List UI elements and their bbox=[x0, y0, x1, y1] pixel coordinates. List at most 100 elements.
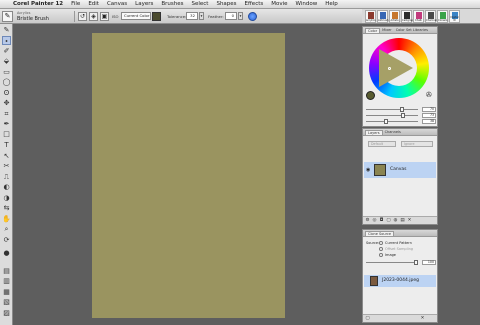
tolerance-stepper[interactable]: ▾ bbox=[199, 12, 204, 20]
burn-tool-icon[interactable]: ◑ bbox=[2, 194, 11, 203]
clone-opacity-value[interactable]: 100 bbox=[422, 260, 436, 265]
brush-category-tile[interactable]: Artists bbox=[389, 10, 400, 23]
oval-select-icon[interactable]: ◯ bbox=[2, 78, 11, 87]
tab-mixer[interactable]: Mixer bbox=[380, 28, 394, 32]
layer-commands-icon[interactable]: ⚙ bbox=[365, 218, 370, 223]
rubber-stamp-icon[interactable]: ⎍ bbox=[2, 173, 11, 182]
brush-category-tile[interactable]: Cloners bbox=[437, 10, 448, 23]
delete-layer-icon[interactable]: ✕ bbox=[407, 218, 412, 223]
text-tool-icon[interactable]: T bbox=[2, 141, 11, 150]
brush-category-tile[interactable]: Charcoal bbox=[425, 10, 437, 23]
pattern-selector-icon[interactable]: ▥ bbox=[2, 277, 11, 286]
menu-brushes[interactable]: Brushes bbox=[161, 1, 183, 7]
value-value[interactable]: 38 bbox=[422, 119, 436, 124]
crop-tool-icon[interactable]: ⌗ bbox=[2, 110, 11, 119]
tab-color[interactable]: Color bbox=[365, 27, 381, 33]
hue-value[interactable]: 70 bbox=[422, 107, 436, 112]
rect-select-icon[interactable]: ▭ bbox=[2, 68, 11, 77]
shape-tool-icon[interactable]: □ bbox=[2, 130, 11, 139]
brush-category-tile[interactable]: Acrylics bbox=[365, 10, 376, 23]
tolerance-input[interactable]: 32 bbox=[186, 12, 198, 20]
menu-window[interactable]: Window bbox=[296, 1, 318, 7]
brush-category-tile[interactable]: Calligraphy bbox=[401, 10, 416, 23]
saturation-slider[interactable]: 73 bbox=[366, 113, 436, 118]
pen-tool-icon[interactable]: ✒ bbox=[2, 120, 11, 129]
delete-source-icon[interactable]: ✕ bbox=[420, 316, 425, 321]
hand-tool-icon[interactable]: ✋ bbox=[2, 215, 11, 224]
menu-shapes[interactable]: Shapes bbox=[216, 1, 236, 7]
color-picker-marker[interactable] bbox=[388, 67, 391, 70]
move-tool-icon[interactable]: ✥ bbox=[2, 99, 11, 108]
menu-edit[interactable]: Edit bbox=[88, 1, 99, 7]
option-current-pattern[interactable]: Current Pattern bbox=[385, 241, 412, 245]
layer-row[interactable]: ◉ Canvas bbox=[364, 162, 436, 178]
layer-name[interactable]: Canvas bbox=[390, 167, 407, 172]
menu-effects[interactable]: Effects bbox=[245, 1, 264, 7]
new-watercolor-layer-icon[interactable]: ◍ bbox=[393, 218, 398, 223]
menu-movie[interactable]: Movie bbox=[271, 1, 287, 7]
mirror-tool-icon[interactable]: ⇆ bbox=[2, 204, 11, 213]
brush-variant-label[interactable]: Bristle Brush bbox=[17, 16, 49, 22]
rotate-page-icon[interactable]: ⟳ bbox=[2, 236, 11, 245]
brush-category-tile[interactable]: Chalk bbox=[413, 10, 424, 23]
eyedropper-icon[interactable]: ✇ bbox=[426, 91, 432, 99]
add-image-icon[interactable]: ▢ bbox=[365, 316, 370, 321]
lasso-tool-icon[interactable]: ʘ bbox=[2, 89, 11, 98]
dropper-tool-icon[interactable]: ⬩ bbox=[2, 36, 11, 45]
apple-icon[interactable] bbox=[3, 1, 9, 7]
shape-selection-icon[interactable]: ↖ bbox=[2, 152, 11, 161]
main-color-chip[interactable] bbox=[366, 91, 375, 100]
menu-app-name[interactable]: Corel Painter 12 bbox=[13, 1, 63, 7]
menu-canvas[interactable]: Canvas bbox=[107, 1, 127, 7]
slider-knob[interactable] bbox=[414, 260, 418, 265]
reset-tool-icon[interactable]: ↺ bbox=[78, 12, 87, 21]
composite-method-select[interactable]: Default bbox=[368, 141, 396, 147]
hue-slider[interactable]: 70 bbox=[366, 107, 436, 112]
cloner-tool-icon[interactable]: ✂ bbox=[2, 162, 11, 171]
eraser-tool-icon[interactable]: ✐ bbox=[2, 47, 11, 56]
menu-file[interactable]: File bbox=[71, 1, 80, 7]
radio-offset-sampling[interactable] bbox=[379, 247, 383, 251]
brush-selector-icon[interactable]: ✎ bbox=[2, 11, 13, 22]
tab-color-set-libraries[interactable]: Color Set Libraries bbox=[394, 28, 430, 32]
paint-bucket-icon[interactable]: ◈ bbox=[89, 12, 98, 21]
paper-selector-icon[interactable]: ▤ bbox=[2, 267, 11, 276]
hue-ring[interactable] bbox=[369, 38, 429, 98]
brush-tool-icon[interactable]: ✎ bbox=[2, 26, 11, 35]
current-color-swatch[interactable] bbox=[152, 12, 161, 21]
menu-help[interactable]: Help bbox=[325, 1, 338, 7]
brush-category-tile[interactable]: Airbrush bbox=[377, 10, 389, 23]
new-layer-icon[interactable]: ▢ bbox=[386, 218, 391, 223]
slider-knob[interactable] bbox=[400, 107, 404, 112]
nozzle-selector-icon[interactable]: ▧ bbox=[2, 298, 11, 307]
menu-layers[interactable]: Layers bbox=[135, 1, 153, 7]
fill-source-select[interactable]: Current Color bbox=[121, 12, 151, 20]
tab-channels[interactable]: Channels bbox=[383, 130, 403, 134]
dynamic-plugins-icon[interactable]: ◎ bbox=[372, 218, 377, 223]
gradient-selector-icon[interactable]: ▦ bbox=[2, 288, 11, 297]
zoom-tool-icon[interactable]: ⌕ bbox=[2, 225, 11, 234]
option-image[interactable]: Image bbox=[385, 253, 396, 257]
option-offset-sampling[interactable]: Offset Sampling bbox=[385, 247, 413, 251]
saturation-value[interactable]: 73 bbox=[422, 113, 436, 118]
clone-opacity-slider[interactable]: 100 bbox=[366, 260, 436, 265]
clone-source-item[interactable]: J2023-0044.jpeg bbox=[364, 275, 436, 287]
antialias-toggle-icon[interactable] bbox=[248, 12, 257, 21]
layer-mask-icon[interactable]: ◘ bbox=[379, 218, 384, 223]
radio-current-pattern[interactable] bbox=[379, 241, 383, 245]
feather-input[interactable]: 0 bbox=[225, 12, 237, 20]
dodge-tool-icon[interactable]: ◐ bbox=[2, 183, 11, 192]
main-color-icon[interactable]: ● bbox=[2, 249, 11, 258]
brush-category-tile[interactable]: Digital W bbox=[449, 10, 460, 23]
menu-select[interactable]: Select bbox=[191, 1, 208, 7]
document-canvas[interactable] bbox=[92, 33, 285, 318]
composite-depth-select[interactable]: Ignore bbox=[401, 141, 433, 147]
slider-knob[interactable] bbox=[384, 119, 388, 124]
tab-layers[interactable]: Layers bbox=[365, 129, 383, 135]
feather-stepper[interactable]: ▾ bbox=[238, 12, 243, 20]
eye-icon[interactable]: ◉ bbox=[366, 167, 370, 173]
radio-image[interactable] bbox=[379, 253, 383, 257]
value-slider[interactable]: 38 bbox=[366, 119, 436, 124]
look-selector-icon[interactable]: ▨ bbox=[2, 309, 11, 318]
saturation-value-triangle[interactable] bbox=[379, 49, 413, 87]
